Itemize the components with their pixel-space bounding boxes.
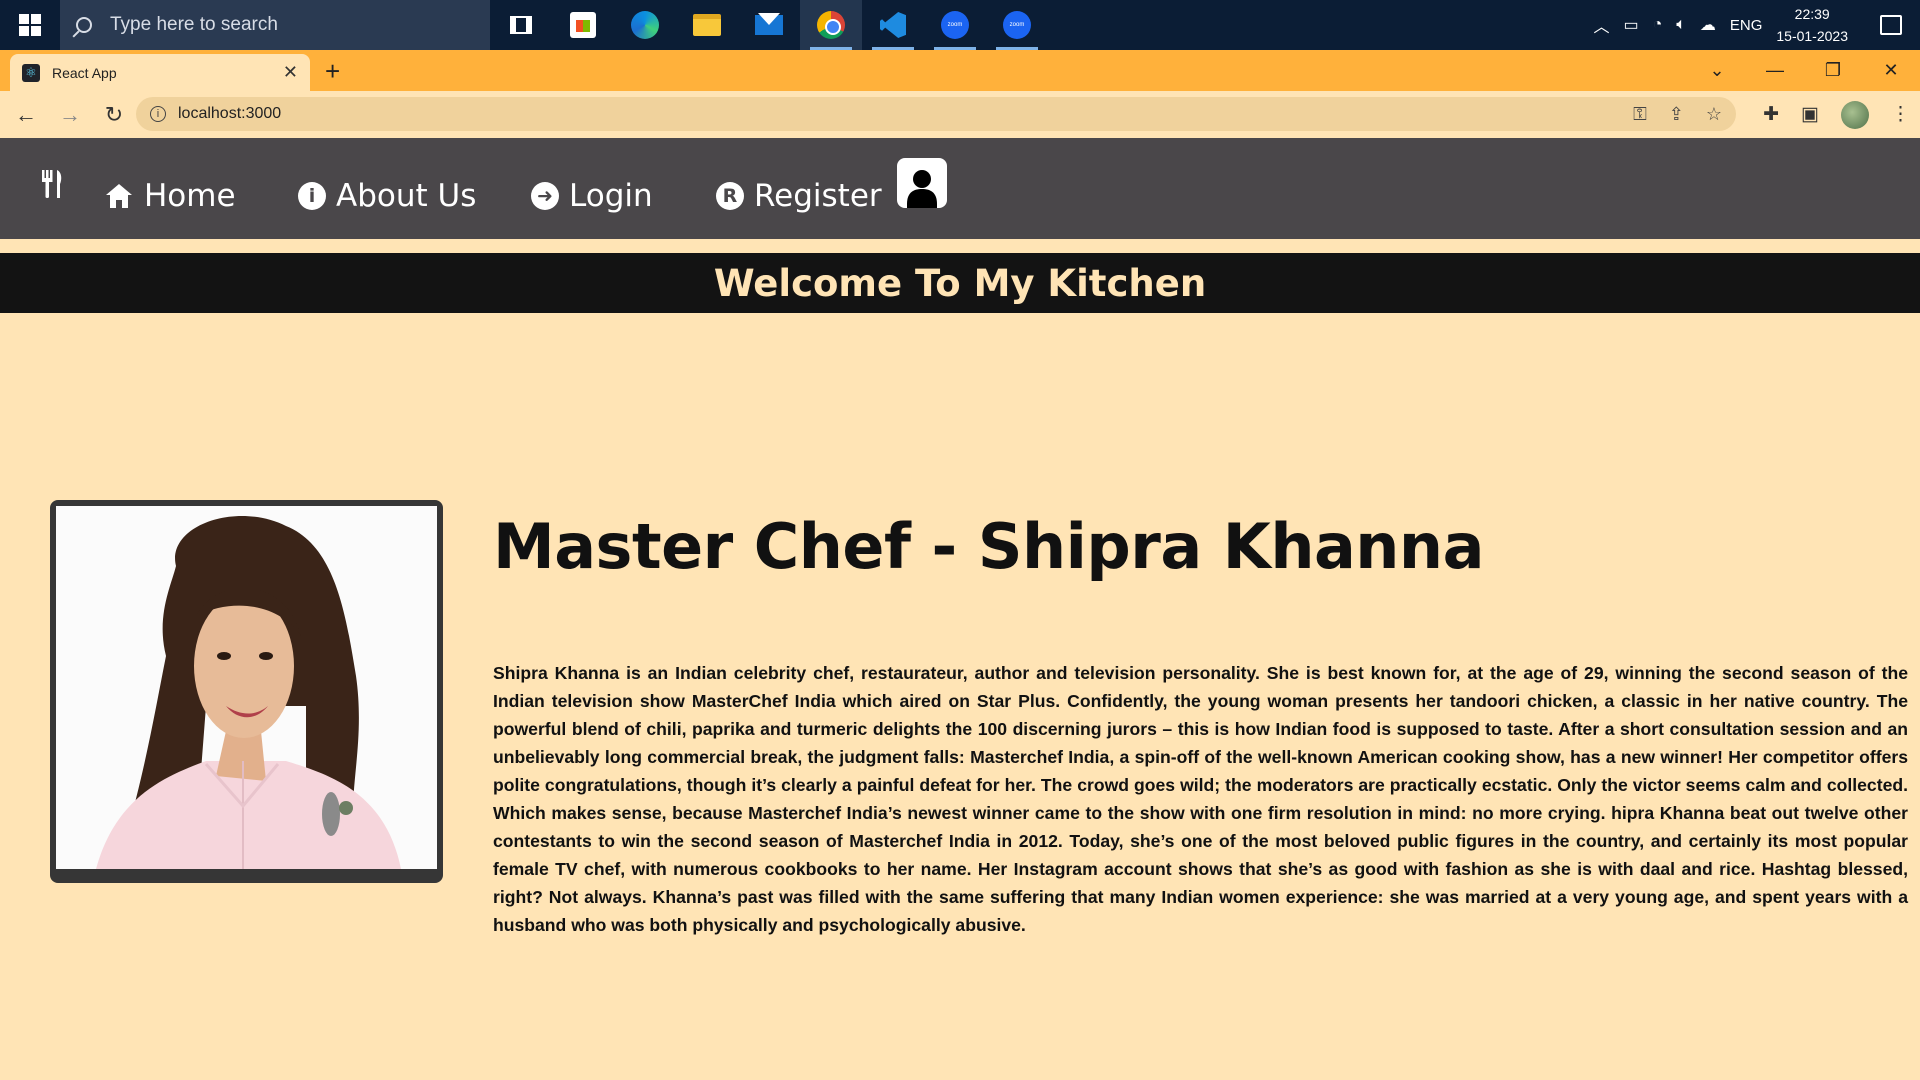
nav-home[interactable]: Home <box>104 178 236 214</box>
minimize-icon[interactable]: — <box>1746 60 1804 81</box>
side-panel-icon[interactable]: ▣ <box>1801 103 1819 126</box>
browser-tabstrip: ⚛ React App ✕ + ⌄ — ❐ ✕ <box>0 50 1920 91</box>
microsoft-store-icon <box>570 12 596 38</box>
registered-icon: R <box>716 182 744 210</box>
window-controls: ⌄ — ❐ ✕ <box>1688 50 1920 91</box>
clock-time: 22:39 <box>1794 6 1830 22</box>
profile-avatar[interactable] <box>1841 100 1869 129</box>
start-button[interactable] <box>0 0 60 50</box>
clock-date: 15-01-2023 <box>1776 28 1848 44</box>
password-key-icon[interactable]: ⚿ <box>1633 104 1647 125</box>
onedrive-icon[interactable]: ☁︎ <box>1700 15 1716 35</box>
battery-icon[interactable]: ▭ <box>1623 15 1638 35</box>
welcome-banner: Welcome To My Kitchen <box>0 253 1920 313</box>
taskbar-zoom-2[interactable]: zoom <box>986 0 1048 50</box>
site-info-icon[interactable]: i <box>150 106 166 122</box>
user-profile-button[interactable] <box>897 158 947 208</box>
chef-heading: Master Chef - Shipra Khanna <box>493 510 1484 583</box>
bookmark-star-icon[interactable]: ☆ <box>1706 104 1722 125</box>
taskbar-microsoft-store[interactable] <box>552 0 614 50</box>
url-text: localhost:3000 <box>178 105 282 122</box>
nav-about-us[interactable]: i About Us <box>298 178 476 214</box>
info-icon: i <box>298 182 326 210</box>
close-tab-icon[interactable]: ✕ <box>283 62 298 83</box>
app-navbar: Home i About Us ➜ Login R Register <box>0 138 1920 239</box>
reload-icon[interactable]: ↻ <box>96 102 132 128</box>
restore-icon[interactable]: ❐ <box>1804 60 1862 81</box>
taskbar-clock[interactable]: 22:39 15-01-2023 <box>1776 3 1848 47</box>
nav-login-label: Login <box>569 178 653 214</box>
taskbar-task-view[interactable] <box>490 0 552 50</box>
system-tray: ︿ ▭ ◔ 🔈︎ ☁︎ ENG 22:39 15-01-2023 <box>1593 0 1920 50</box>
forward-icon[interactable]: → <box>52 102 88 128</box>
nav-home-label: Home <box>144 178 236 214</box>
taskbar-file-explorer[interactable] <box>676 0 738 50</box>
browser-toolbar-right: ✚ ▣ ⋮ <box>1763 91 1910 138</box>
notification-icon[interactable] <box>1880 15 1902 35</box>
mail-icon <box>755 13 783 35</box>
tab-search-icon[interactable]: ⌄ <box>1688 60 1746 81</box>
task-view-icon <box>510 16 532 34</box>
vscode-icon <box>880 12 906 38</box>
share-icon[interactable]: ⇪ <box>1669 104 1684 125</box>
wifi-icon[interactable]: ◔ <box>1653 16 1663 34</box>
nav-login[interactable]: ➜ Login <box>531 178 653 214</box>
chef-bio: Shipra Khanna is an Indian celebrity che… <box>493 663 1908 935</box>
file-explorer-icon <box>693 14 721 36</box>
address-bar[interactable]: i localhost:3000 ⚿ ⇪ ☆ <box>136 97 1736 131</box>
browser-tab[interactable]: ⚛ React App ✕ <box>10 54 310 91</box>
back-icon[interactable]: ← <box>8 102 44 128</box>
nav-register[interactable]: R Register <box>716 178 882 214</box>
nav-about-label: About Us <box>336 178 477 214</box>
taskbar-edge[interactable] <box>614 0 676 50</box>
search-icon <box>76 17 92 33</box>
react-favicon-icon: ⚛ <box>22 63 40 82</box>
windows-taskbar: Type here to search zoom zoom ︿ ▭ ◔ 🔈︎ ☁… <box>0 0 1920 50</box>
taskbar-mail[interactable] <box>738 0 800 50</box>
chrome-icon <box>817 11 845 39</box>
chef-portrait-illustration <box>96 515 401 869</box>
extensions-icon[interactable]: ✚ <box>1763 103 1779 126</box>
utensils-icon[interactable] <box>40 170 64 200</box>
windows-logo-icon <box>19 14 41 36</box>
volume-icon[interactable]: 🔈︎ <box>1676 16 1686 34</box>
taskbar-zoom-1[interactable]: zoom <box>924 0 986 50</box>
edge-icon <box>631 11 659 39</box>
language-indicator[interactable]: ENG <box>1730 17 1763 34</box>
chef-photo-frame <box>50 500 443 883</box>
chevron-up-icon[interactable]: ︿ <box>1593 13 1609 37</box>
taskbar-search-box[interactable]: Type here to search <box>60 0 490 50</box>
welcome-title: Welcome To My Kitchen <box>713 261 1207 305</box>
tab-title: React App <box>52 64 117 81</box>
login-arrow-icon: ➜ <box>531 182 559 210</box>
user-icon <box>907 170 937 208</box>
home-icon <box>106 184 132 208</box>
nav-register-label: Register <box>754 178 882 214</box>
browser-toolbar: ← → ↻ i localhost:3000 ⚿ ⇪ ☆ ✚ ▣ ⋮ <box>0 91 1920 138</box>
more-menu-icon[interactable]: ⋮ <box>1891 103 1910 126</box>
taskbar-search-placeholder: Type here to search <box>110 14 278 35</box>
taskbar-chrome[interactable] <box>800 0 862 50</box>
new-tab-button[interactable]: + <box>325 56 340 87</box>
zoom-icon: zoom <box>1003 11 1031 39</box>
taskbar-vscode[interactable] <box>862 0 924 50</box>
close-window-icon[interactable]: ✕ <box>1862 60 1920 81</box>
zoom-icon: zoom <box>941 11 969 39</box>
chef-photo <box>56 506 437 869</box>
taskbar-apps: zoom zoom <box>490 0 1048 50</box>
